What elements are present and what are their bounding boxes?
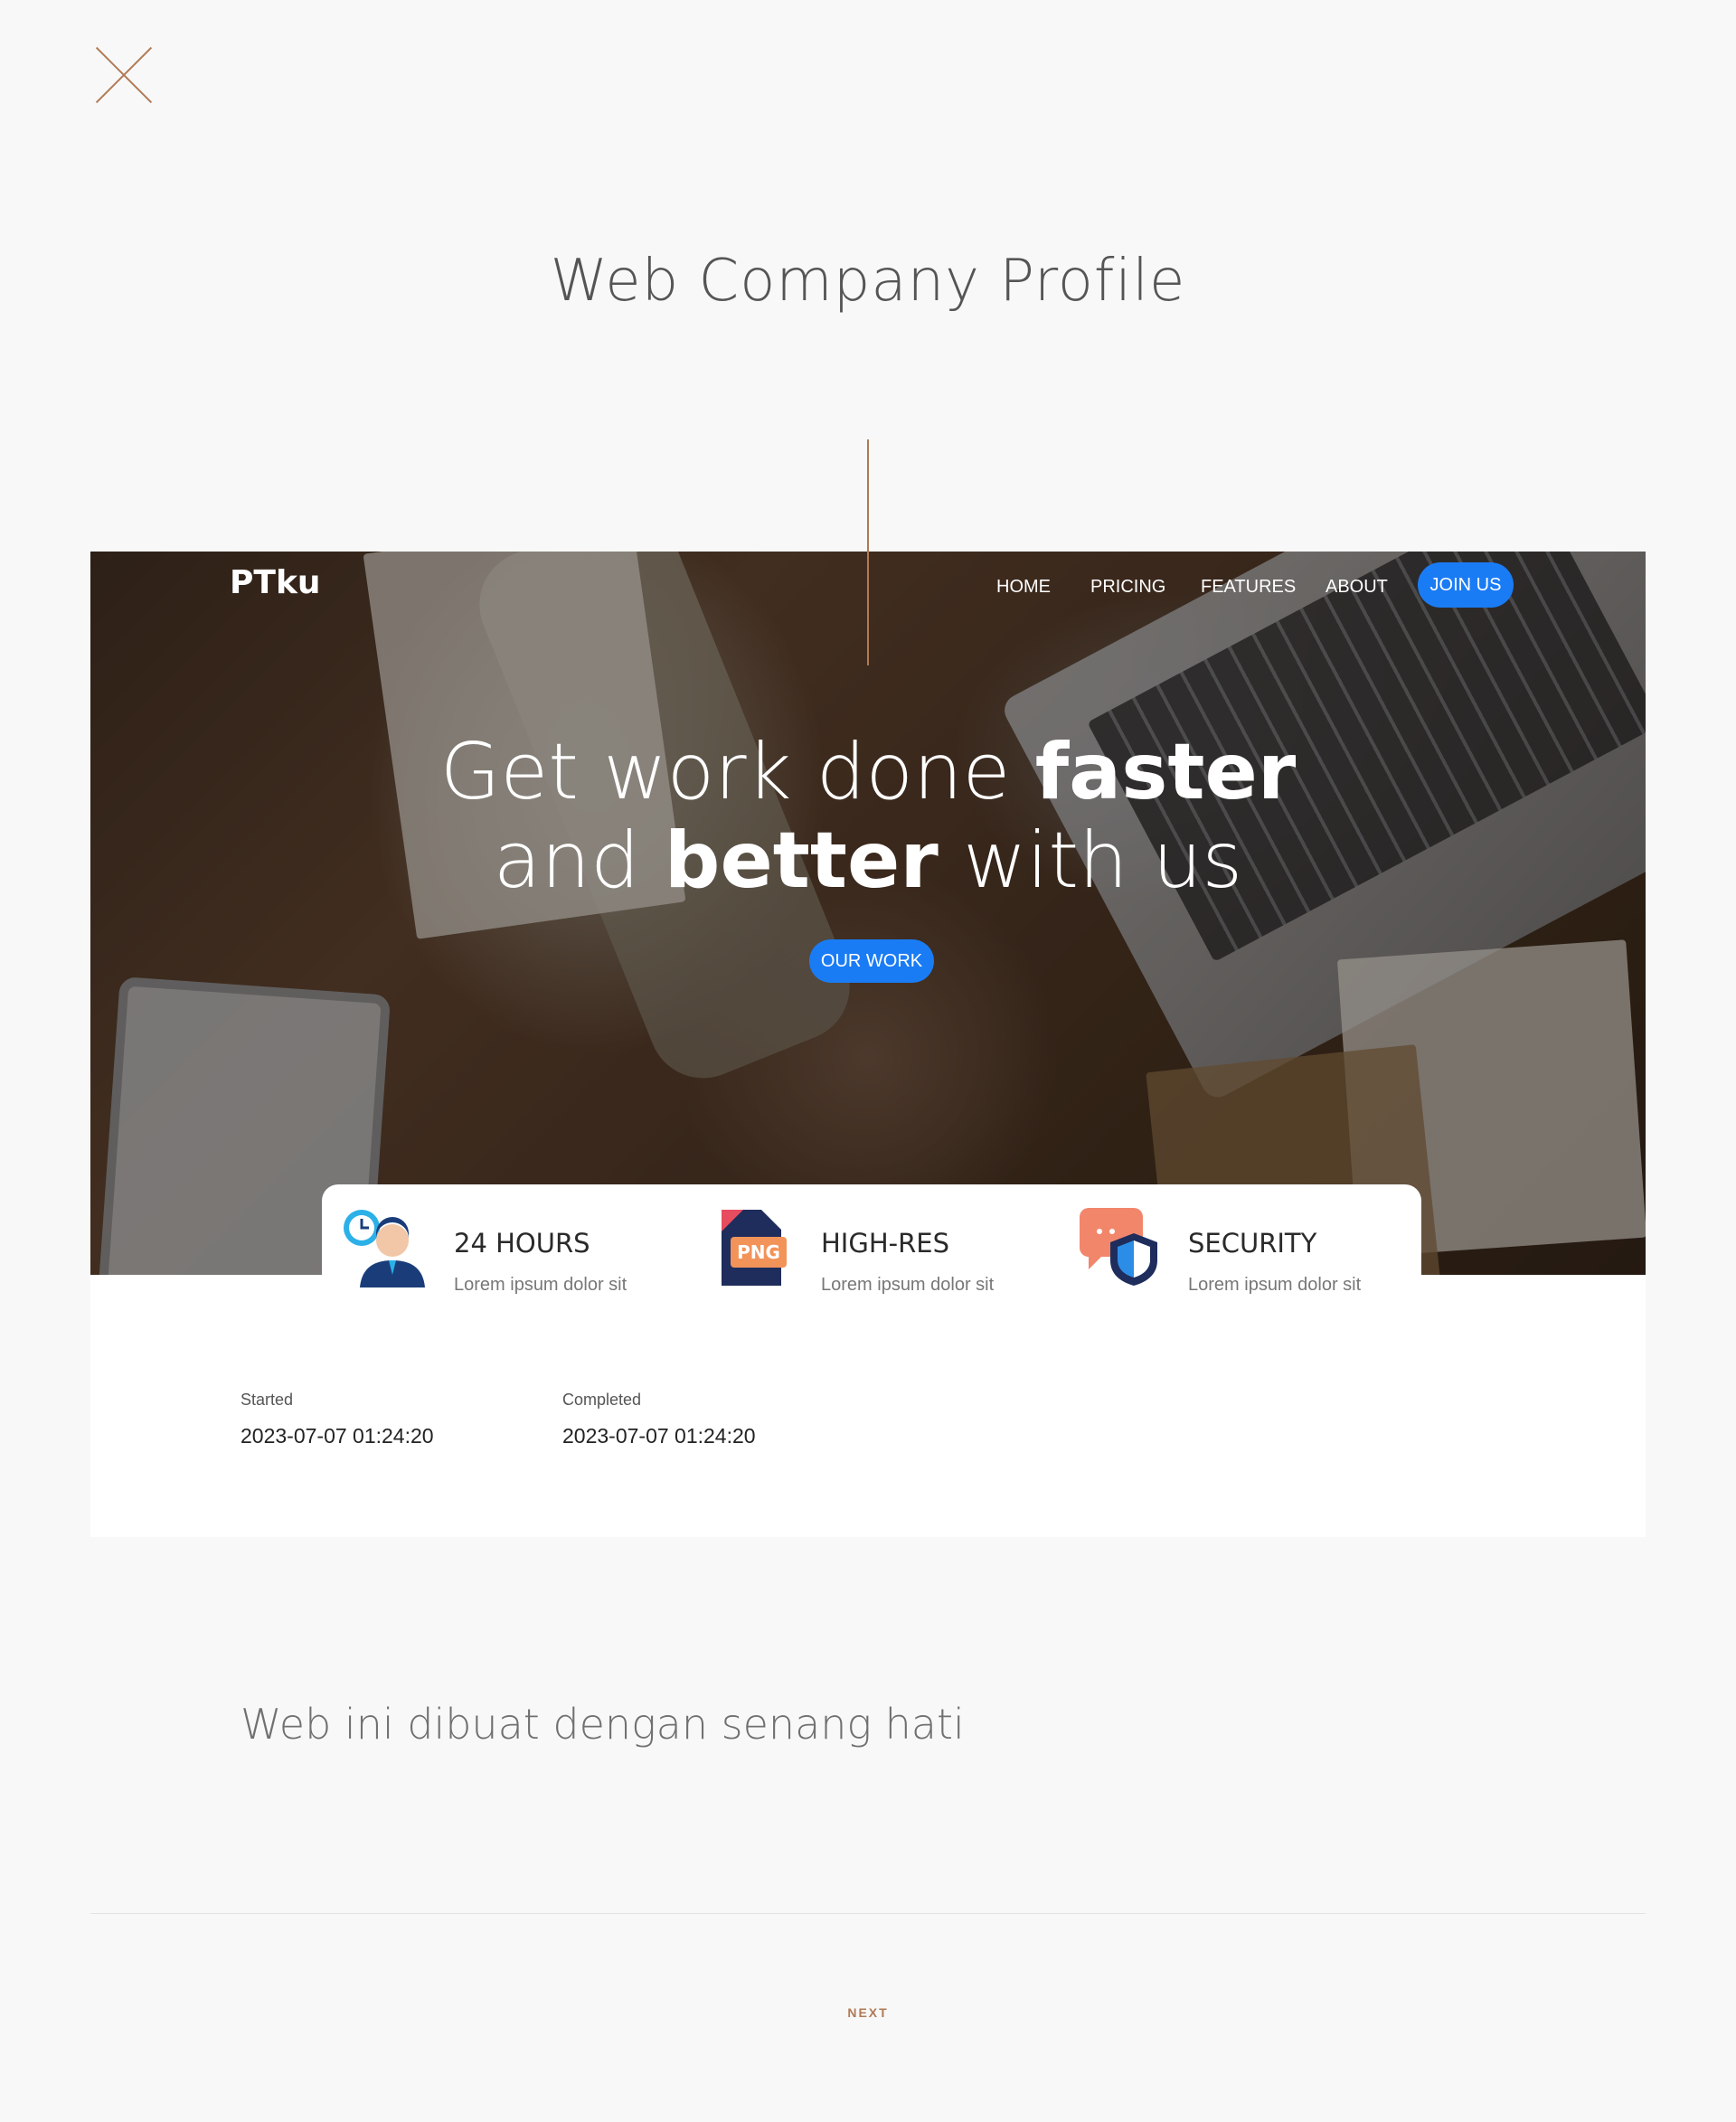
headline-emphasis: better <box>664 816 939 906</box>
hero-logo[interactable]: PTku <box>230 564 321 601</box>
started-value: 2023-07-07 01:24:20 <box>241 1424 434 1448</box>
svg-text:PNG: PNG <box>737 1241 780 1263</box>
join-us-button[interactable]: JOIN US <box>1418 562 1514 608</box>
completed-label: Completed <box>562 1391 642 1409</box>
feature-item: 24 HOURS Lorem ipsum dolor sit <box>322 1204 684 1304</box>
started-label: Started <box>241 1391 294 1409</box>
project-tagline: Web ini dibuat dengan senang hati <box>241 1700 965 1749</box>
completed-info: Completed 2023-07-07 01:24:20 <box>562 1391 756 1448</box>
close-icon[interactable] <box>96 47 152 103</box>
footer-divider <box>90 1913 1646 1914</box>
page-title: Web Company Profile <box>550 248 1186 315</box>
feature-item: PNG HIGH-RES Lorem ipsum dolor sit <box>689 1204 1051 1304</box>
support-agent-clock-icon <box>344 1210 425 1287</box>
feature-desc: Lorem ipsum dolor sit <box>1188 1275 1362 1295</box>
nav-features[interactable]: FEATURES <box>1201 577 1296 598</box>
feature-title: HIGH-RES <box>821 1228 949 1259</box>
headline-part: and <box>493 816 665 906</box>
feature-title: 24 HOURS <box>454 1228 590 1259</box>
feature-desc: Lorem ipsum dolor sit <box>821 1275 995 1295</box>
feature-item: SECURITY Lorem ipsum dolor sit <box>1056 1204 1418 1304</box>
feature-desc: Lorem ipsum dolor sit <box>454 1275 627 1295</box>
headline-part: with us <box>938 816 1243 906</box>
started-info: Started 2023-07-07 01:24:20 <box>241 1391 434 1448</box>
divider-line <box>867 439 869 665</box>
nav-pricing[interactable]: PRICING <box>1090 577 1165 598</box>
nav-about[interactable]: ABOUT <box>1326 577 1388 598</box>
feature-title: SECURITY <box>1188 1228 1317 1259</box>
features-panel: 24 HOURS Lorem ipsum dolor sit PNG HIGH-… <box>322 1184 1421 1304</box>
headline-part: Get work done <box>439 727 1035 817</box>
completed-value: 2023-07-07 01:24:20 <box>562 1424 756 1448</box>
project-card: PTku HOME PRICING FEATURES ABOUT JOIN US… <box>90 439 1646 1537</box>
our-work-button[interactable]: OUR WORK <box>809 939 934 983</box>
chat-shield-icon <box>1080 1208 1157 1286</box>
next-project-link[interactable]: NEXT <box>0 2005 1736 2020</box>
png-file-icon: PNG <box>722 1210 787 1286</box>
nav-home[interactable]: HOME <box>996 577 1051 598</box>
hero-headline: Get work done faster and better with us <box>90 728 1646 905</box>
headline-emphasis: faster <box>1034 727 1297 817</box>
